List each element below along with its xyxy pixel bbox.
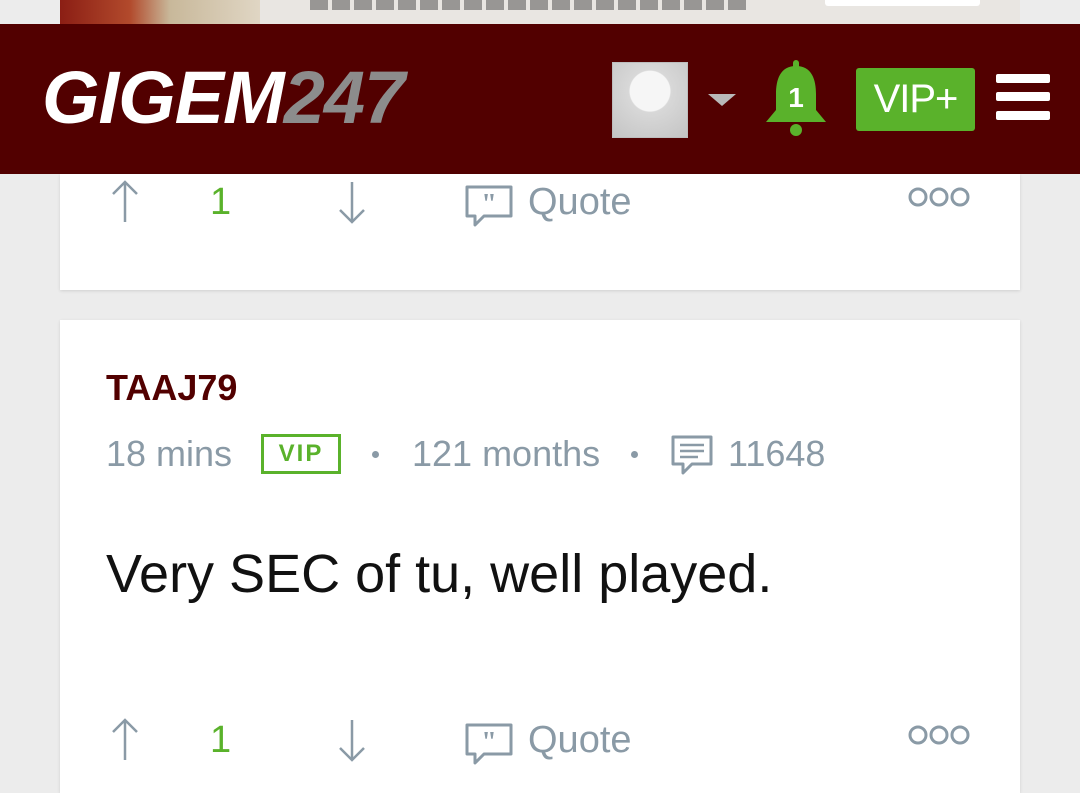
quote-icon[interactable]: " — [464, 722, 514, 766]
svg-text:": " — [481, 727, 497, 758]
arrow-down-icon[interactable] — [337, 718, 367, 762]
post-card: TAAJ79 18 mins VIP 121 months 11648 Very… — [60, 320, 1020, 793]
svg-text:": " — [481, 189, 497, 220]
logo-wordmark: GIGEM — [42, 56, 285, 139]
comment-icon — [671, 435, 713, 475]
ad-image — [60, 0, 260, 24]
vote-count: 1 — [210, 719, 232, 761]
post-body: Very SEC of tu, well played. — [106, 544, 773, 604]
quote-button[interactable]: Quote — [528, 720, 632, 760]
caret-down-icon[interactable] — [708, 94, 736, 106]
separator-dot — [372, 451, 379, 458]
vip-plus-button[interactable]: VIP+ — [856, 68, 975, 131]
quote-icon[interactable]: " — [464, 184, 514, 228]
arrow-up-icon[interactable] — [110, 718, 140, 762]
post-actions: 1 " Quote — [60, 716, 1020, 766]
member-tenure: 121 months — [412, 433, 601, 474]
post-count: 11648 — [728, 433, 826, 474]
vip-badge: VIP — [261, 434, 341, 474]
quote-button[interactable]: Quote — [528, 182, 632, 222]
separator-dot — [631, 451, 638, 458]
ad-banner[interactable] — [60, 0, 1020, 24]
more-icon[interactable] — [908, 722, 970, 748]
site-logo[interactable]: GIGEM247 — [42, 56, 405, 139]
post-username[interactable]: TAAJ79 — [106, 368, 237, 408]
site-header: GIGEM247 1 VIP+ — [0, 24, 1080, 174]
post-time[interactable]: 18 mins — [106, 432, 232, 476]
menu-icon[interactable] — [996, 74, 1050, 120]
arrow-up-icon[interactable] — [110, 180, 140, 224]
more-icon[interactable] — [908, 184, 970, 210]
post-meta: 18 mins VIP 121 months 11648 — [106, 432, 1006, 476]
arrow-down-icon[interactable] — [337, 180, 367, 224]
post-actions: 1 " Quote — [60, 178, 1020, 228]
logo-number: 247 — [283, 56, 405, 139]
ad-button[interactable] — [825, 0, 980, 6]
post-card: 1 " Quote — [60, 174, 1020, 290]
ad-text — [310, 0, 750, 10]
notification-count: 1 — [788, 82, 804, 113]
vote-count: 1 — [210, 181, 232, 223]
user-avatar[interactable] — [612, 62, 688, 138]
